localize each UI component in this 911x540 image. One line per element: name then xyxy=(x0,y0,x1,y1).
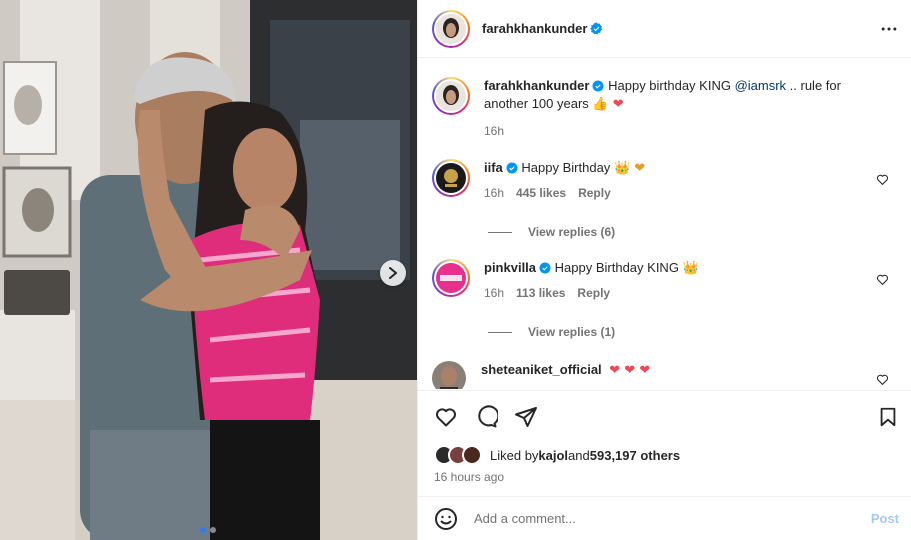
view-replies-line xyxy=(488,231,512,233)
comment-avatar[interactable] xyxy=(432,259,470,297)
comment-time: 16h xyxy=(484,286,505,300)
comment-username[interactable]: pinkvilla xyxy=(484,260,536,275)
comment-time: 16h xyxy=(484,186,505,200)
view-replies-button[interactable]: View replies (1) xyxy=(488,325,615,339)
author-username[interactable]: farahkhankunder xyxy=(482,21,587,36)
post-media[interactable] xyxy=(0,0,417,540)
post-details-panel: farahkhankunder farahkhankunder Happy bi… xyxy=(417,0,911,540)
add-comment-bar: Post xyxy=(418,496,911,540)
caption-emojis: 👍 ❤ xyxy=(592,97,624,112)
emoji-icon[interactable] xyxy=(434,507,458,531)
comment-item: iifa Happy Birthday 👑 ❤ 16h 445 likes Re… xyxy=(432,159,899,202)
likes-middle: and xyxy=(568,447,590,463)
comment-item: pinkvilla Happy Birthday KING 👑 16h 113 … xyxy=(432,259,899,302)
more-icon[interactable] xyxy=(879,19,899,39)
comment-emojis: ❤ ❤ ❤ xyxy=(609,363,651,378)
likes-count[interactable]: 593,197 others xyxy=(590,448,680,463)
comments-list[interactable]: farahkhankunder Happy birthday KING @iam… xyxy=(418,59,911,389)
comment-likes[interactable]: 113 likes xyxy=(516,284,565,302)
comment-icon[interactable] xyxy=(474,405,498,429)
chevron-right-icon xyxy=(389,267,397,279)
comment-reply-button[interactable]: Reply xyxy=(577,284,610,302)
liked-by-avatars xyxy=(434,445,482,465)
post-photo xyxy=(0,0,417,540)
verified-icon xyxy=(506,162,518,174)
likes-summary: Liked by kajol and 593,197 others xyxy=(434,445,680,465)
liked-by-user[interactable]: kajol xyxy=(538,448,568,463)
caption: farahkhankunder Happy birthday KING @iam… xyxy=(432,77,899,140)
comment-text: Happy Birthday KING xyxy=(554,260,679,275)
comment-input[interactable] xyxy=(474,511,871,526)
caption-mention[interactable]: @iamsrk xyxy=(735,78,786,93)
author-avatar[interactable] xyxy=(432,9,470,48)
heart-icon[interactable] xyxy=(434,405,458,429)
carousel-next-button[interactable] xyxy=(380,260,406,286)
comment-emojis: 👑 xyxy=(682,261,699,276)
carousel-dot xyxy=(210,527,216,533)
caption-avatar[interactable] xyxy=(432,77,470,115)
carousel-indicator xyxy=(200,527,216,533)
view-replies-line xyxy=(488,331,512,333)
bookmark-icon[interactable] xyxy=(877,406,899,428)
comment-likes[interactable]: 445 likes xyxy=(516,184,566,202)
view-replies-label: View replies (6) xyxy=(528,225,616,239)
carousel-dot-active xyxy=(200,527,206,533)
post-comment-button[interactable]: Post xyxy=(871,511,899,526)
view-replies-button[interactable]: View replies (6) xyxy=(488,225,615,239)
liked-by-avatar xyxy=(462,445,482,465)
comment-like-heart-icon[interactable] xyxy=(876,373,889,386)
verified-icon xyxy=(539,262,551,274)
comment-username[interactable]: iifa xyxy=(484,160,503,175)
caption-time: 16h xyxy=(484,124,505,138)
view-replies-label: View replies (1) xyxy=(528,325,616,339)
comment-text: Happy Birthday xyxy=(521,160,611,175)
comment-like-heart-icon[interactable] xyxy=(876,273,889,286)
verified-icon xyxy=(592,80,604,92)
share-icon[interactable] xyxy=(514,405,538,429)
caption-text: Happy birthday KING xyxy=(608,78,735,93)
comment-like-heart-icon[interactable] xyxy=(876,173,889,186)
post-timestamp[interactable]: 16 hours ago xyxy=(434,470,504,484)
instagram-post-modal: farahkhankunder farahkhankunder Happy bi… xyxy=(0,0,911,540)
comment-item: sheteaniket_official ❤ ❤ ❤ xyxy=(432,361,899,389)
comment-avatar[interactable] xyxy=(432,159,470,197)
comment-emojis: 👑 ❤ xyxy=(613,161,646,176)
verified-icon xyxy=(590,22,603,35)
comment-username[interactable]: sheteaniket_official xyxy=(481,362,602,377)
comment-reply-button[interactable]: Reply xyxy=(578,184,611,202)
comment-avatar[interactable] xyxy=(432,361,466,389)
likes-prefix: Liked by xyxy=(490,447,539,463)
post-actions: Liked by kajol and 593,197 others 16 hou… xyxy=(418,390,911,496)
post-header: farahkhankunder xyxy=(418,0,911,58)
caption-username[interactable]: farahkhankunder xyxy=(484,78,589,93)
